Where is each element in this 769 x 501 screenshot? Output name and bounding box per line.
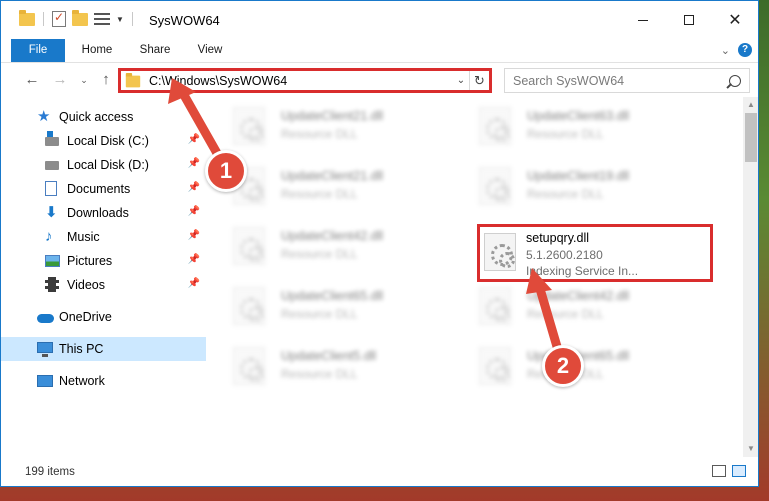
annotation-arrowhead-2 — [526, 268, 552, 294]
annotation-arrow-1 — [175, 83, 227, 167]
annotation-arrows — [168, 78, 563, 355]
annotation-step-2: 2 — [542, 345, 584, 387]
annotation-step-1: 1 — [205, 150, 247, 192]
annotation-arrow-2 — [533, 277, 563, 355]
